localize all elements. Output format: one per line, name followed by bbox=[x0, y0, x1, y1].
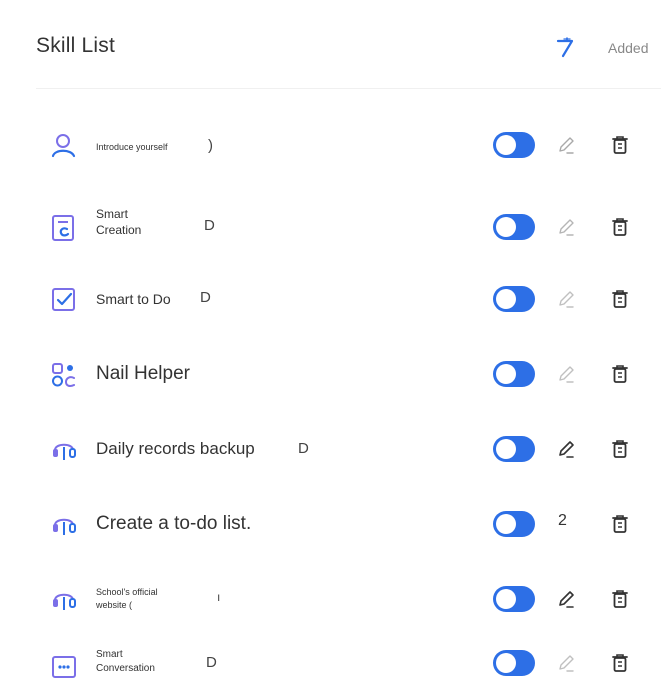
trash-icon[interactable] bbox=[610, 438, 630, 460]
person-icon bbox=[51, 134, 76, 158]
pencil-icon[interactable] bbox=[556, 217, 576, 237]
list-item: Smart to Do D bbox=[0, 272, 661, 328]
pencil-icon[interactable] bbox=[556, 653, 576, 673]
trash-icon[interactable] bbox=[610, 652, 630, 674]
skill-label: Smart Creation bbox=[96, 207, 142, 237]
skill-label: Smart Conversation bbox=[96, 649, 155, 674]
pencil-icon[interactable] bbox=[556, 135, 576, 155]
trash-icon[interactable] bbox=[610, 588, 630, 610]
chat-bubble-icon bbox=[52, 656, 76, 678]
list-item: Smart Conversation D bbox=[0, 640, 661, 696]
pencil-icon[interactable] bbox=[556, 289, 576, 309]
trash-icon[interactable] bbox=[610, 363, 630, 385]
trash-icon[interactable] bbox=[610, 216, 630, 238]
trash-icon[interactable] bbox=[610, 134, 630, 156]
skill-marker: ) bbox=[208, 137, 213, 154]
skill-label: Create a to-do list. bbox=[96, 513, 252, 534]
pencil-icon[interactable] bbox=[556, 589, 576, 609]
robot-headset-icon bbox=[53, 518, 76, 535]
pencil-icon[interactable] bbox=[556, 439, 576, 459]
robot-headset-icon bbox=[53, 443, 76, 460]
skill-toggle[interactable] bbox=[493, 214, 535, 240]
skill-toggle[interactable] bbox=[493, 586, 535, 612]
pencil-icon[interactable] bbox=[556, 364, 576, 384]
grid-apps-icon bbox=[52, 363, 75, 387]
edit-count-label[interactable]: 2 bbox=[558, 512, 567, 530]
list-item: Daily records backup D bbox=[0, 422, 661, 478]
skill-marker: D bbox=[200, 289, 211, 306]
list-item: Create a to-do list. 2 bbox=[0, 497, 661, 553]
skill-toggle[interactable] bbox=[493, 132, 535, 158]
robot-headset-icon bbox=[53, 593, 76, 610]
skill-label: Smart to Do bbox=[96, 291, 171, 307]
skill-toggle[interactable] bbox=[493, 361, 535, 387]
skill-marker: D bbox=[204, 217, 215, 234]
skill-label: Introduce yourself bbox=[96, 142, 168, 152]
skill-label: School's official website ( bbox=[96, 587, 158, 610]
trash-icon[interactable] bbox=[610, 288, 630, 310]
skill-label: Daily records backup bbox=[96, 439, 255, 458]
list-item: Introduce yourself ) bbox=[0, 118, 661, 174]
skill-marker: D bbox=[298, 440, 309, 457]
skill-marker: ı bbox=[217, 590, 221, 604]
skill-toggle[interactable] bbox=[493, 650, 535, 676]
trash-icon[interactable] bbox=[610, 513, 630, 535]
skill-toggle[interactable] bbox=[493, 286, 535, 312]
document-c-icon bbox=[52, 215, 74, 241]
skill-toggle[interactable] bbox=[493, 436, 535, 462]
checkbox-icon bbox=[52, 288, 75, 311]
list-item: Smart Creation D bbox=[0, 200, 661, 256]
list-item: Nail Helper bbox=[0, 347, 661, 403]
skill-marker: D bbox=[206, 654, 217, 671]
skill-label: Nail Helper bbox=[96, 363, 190, 384]
skill-list: Introduce yourself ) Smart Creation D Sm… bbox=[0, 0, 661, 691]
list-item: School's official website ( ı bbox=[0, 572, 661, 628]
skill-toggle[interactable] bbox=[493, 511, 535, 537]
